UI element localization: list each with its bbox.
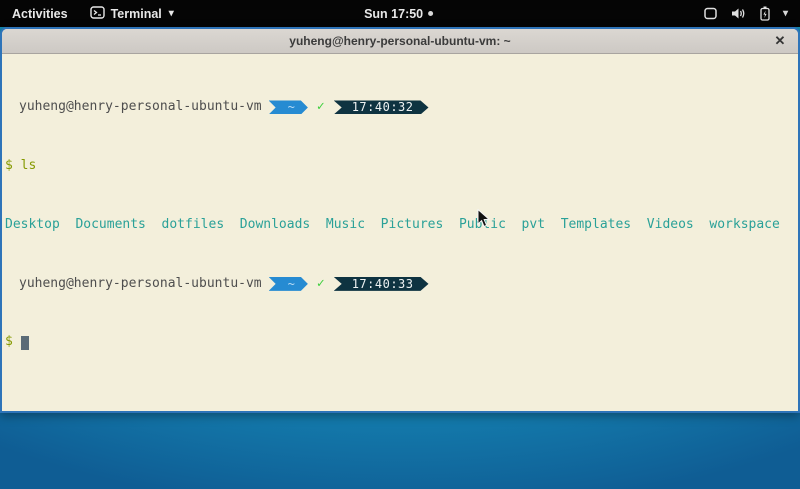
window-titlebar[interactable]: yuheng@henry-personal-ubuntu-vm: ~ ✕ [2,29,798,54]
terminal-app-icon [90,6,105,22]
mouse-cursor-icon [477,209,491,234]
app-menu-terminal[interactable]: Terminal ▾ [80,0,184,27]
activities-label: Activities [12,7,68,21]
ls-output: Desktop Documents dotfiles Downloads Mus… [5,218,780,233]
terminal-cursor [21,336,29,350]
input-line[interactable]: $ [5,335,795,350]
close-icon[interactable]: ✕ [771,32,789,50]
prompt-cwd-segment: ~ [269,277,308,291]
prompt-symbol: $ [5,159,13,174]
app-menu-label: Terminal [111,7,162,21]
command-text: ls [21,159,37,174]
clock-label: Sun 17:50 [364,7,423,21]
window-title: yuheng@henry-personal-ubuntu-vm: ~ [289,34,510,48]
top-bar: Activities Terminal ▾ Sun 17:50 [0,0,800,27]
notification-dot-icon [428,11,433,16]
terminal-content[interactable]: yuheng@henry-personal-ubuntu-vm ~ ✓ 17:4… [2,54,798,411]
system-menu-chevron-icon: ▾ [783,8,788,19]
terminal-window: yuheng@henry-personal-ubuntu-vm: ~ ✕ yuh… [0,27,800,413]
clock-menu[interactable]: Sun 17:50 [364,0,433,27]
prompt-line: yuheng@henry-personal-ubuntu-vm ~ ✓ 17:4… [5,277,795,292]
prompt-cwd-segment: ~ [269,100,308,114]
command-line: $ ls [5,159,795,174]
prompt-time-badge: 17:40:32 [334,100,429,114]
prompt-time-badge: 17:40:33 [334,277,429,291]
activities-button[interactable]: Activities [0,0,80,27]
volume-icon [731,7,747,20]
status-check-icon: ✓ [317,100,325,115]
network-icon [703,7,718,20]
chevron-down-icon: ▾ [169,8,174,19]
top-bar-left: Activities Terminal ▾ [0,0,184,27]
system-status-area[interactable]: ▾ [697,0,794,27]
battery-charging-icon [760,6,770,21]
prompt-user-host: yuheng@henry-personal-ubuntu-vm [19,100,262,115]
prompt-symbol: $ [5,335,13,350]
prompt-user-host: yuheng@henry-personal-ubuntu-vm [19,277,262,292]
prompt-line: yuheng@henry-personal-ubuntu-vm ~ ✓ 17:4… [5,100,795,115]
status-check-icon: ✓ [317,277,325,292]
ls-output-line: Desktop Documents dotfiles Downloads Mus… [5,218,795,233]
